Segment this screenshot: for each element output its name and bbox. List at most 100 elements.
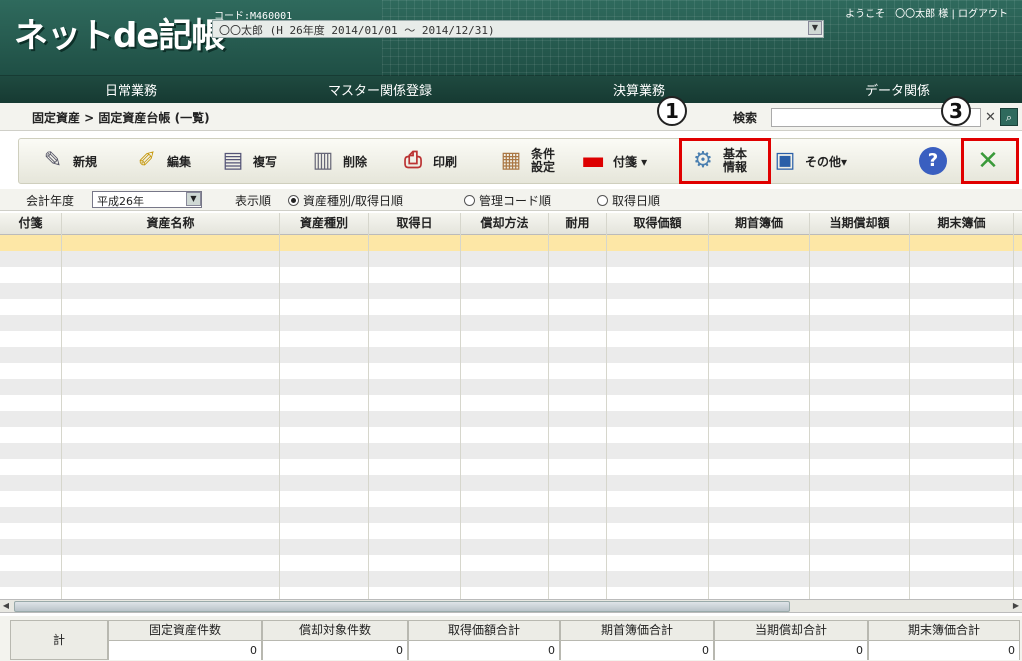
new-button[interactable]: ✎ 新規 — [39, 139, 97, 183]
col-asset-name[interactable]: 資産名称 — [62, 213, 280, 235]
print-label: 印刷 — [433, 154, 458, 169]
scroll-left-icon[interactable]: ◀ — [0, 600, 12, 612]
table-row[interactable] — [0, 331, 1022, 347]
help-button[interactable]: ? — [919, 139, 947, 183]
table-row[interactable] — [0, 283, 1022, 299]
options-bar: 会計年度 平成26年 ▼ 表示順 資産種別/取得日順 管理コード順 取得日順 — [0, 189, 1022, 211]
total-label: 固定資産件数 — [109, 621, 261, 641]
total-label: 取得価額合計 — [409, 621, 559, 641]
highlight-box-close — [961, 138, 1019, 184]
order-option-3: 取得日順 — [612, 194, 661, 208]
clipboard-icon: ▦ — [500, 148, 522, 173]
other-button[interactable]: ▣ その他▾ — [771, 139, 847, 183]
edit-button[interactable]: ✐ 編集 — [133, 139, 191, 183]
edit-icon: ✐ — [137, 148, 157, 173]
table-row[interactable] — [0, 459, 1022, 475]
total-label: 期末簿価合計 — [869, 621, 1019, 641]
table-row[interactable] — [0, 251, 1022, 267]
order-radio-date[interactable]: 取得日順 — [597, 192, 660, 209]
tag-icon: ▬ — [580, 146, 606, 176]
total-depreciable-count: 償却対象件数 0 — [262, 620, 408, 660]
col-method[interactable]: 償却方法 — [461, 213, 549, 235]
table-row[interactable] — [0, 587, 1022, 599]
table-row[interactable] — [0, 571, 1022, 587]
box-icon: ▣ — [774, 148, 796, 173]
close-icon[interactable]: ✕ — [985, 110, 996, 125]
chevron-down-icon[interactable]: ▼ — [808, 21, 822, 35]
total-depreciation: 当期償却合計 0 — [714, 620, 868, 660]
scroll-right-icon[interactable]: ▶ — [1010, 600, 1022, 612]
menu-master[interactable]: マスター関係登録 — [328, 80, 432, 99]
order-radio-type[interactable]: 資産種別/取得日順 — [288, 192, 403, 209]
table-row[interactable] — [0, 523, 1022, 539]
total-label: 当期償却合計 — [715, 621, 867, 641]
table-row[interactable] — [0, 475, 1022, 491]
horizontal-scrollbar[interactable]: ◀ ▶ — [0, 599, 1022, 613]
col-asset-type[interactable]: 資産種別 — [280, 213, 369, 235]
welcome-text[interactable]: ようこそ 〇〇太郎 様 | ログアウト — [845, 5, 1008, 20]
column-divider — [61, 213, 62, 599]
col-life[interactable]: 耐用 — [549, 213, 607, 235]
totals-label: 計 — [10, 620, 108, 660]
total-value: 0 — [869, 641, 1019, 660]
column-divider — [606, 213, 607, 599]
col-acquisition-cost[interactable]: 取得価額 — [607, 213, 709, 235]
condition-button[interactable]: ▦ 条件 設定 — [497, 139, 555, 183]
total-value: 0 — [715, 641, 867, 660]
other-label: その他▾ — [805, 154, 848, 169]
callout-1: 1 — [657, 96, 687, 126]
condition-label: 条件 設定 — [531, 148, 555, 174]
total-value: 0 — [109, 641, 261, 660]
edit-label: 編集 — [167, 154, 192, 169]
radio-dot — [464, 195, 475, 206]
table-row[interactable] — [0, 299, 1022, 315]
table-row[interactable] — [0, 539, 1022, 555]
col-opening-book[interactable]: 期首簿価 — [709, 213, 810, 235]
table-row[interactable] — [0, 363, 1022, 379]
column-divider — [708, 213, 709, 599]
table-row[interactable] — [0, 411, 1022, 427]
app-header: ネットde記帳 コード:M460001 〇〇太郎 (H 26年度 2014/01… — [0, 0, 1022, 76]
copy-button[interactable]: ▤ 複写 — [219, 139, 277, 183]
col-acquired-date[interactable]: 取得日 — [369, 213, 461, 235]
total-label: 期首簿価合計 — [561, 621, 713, 641]
delete-button[interactable]: ▥ 削除 — [309, 139, 367, 183]
printer-icon: ⎙ — [404, 148, 422, 173]
period-select[interactable]: 〇〇太郎 (H 26年度 2014/01/01 ～ 2014/12/31) — [212, 20, 824, 38]
breadcrumb-bar: 固定資産 > 固定資産台帳 (一覧) 検索 ✕ ⌕ — [0, 103, 1022, 131]
column-divider — [1013, 213, 1014, 599]
column-divider — [279, 213, 280, 599]
callout-3: 3 — [941, 96, 971, 126]
breadcrumb: 固定資産 > 固定資産台帳 (一覧) — [32, 111, 210, 125]
main-menu: 日常業務 マスター関係登録 決算業務 データ関係 — [0, 76, 1022, 103]
print-button[interactable]: ⎙ 印刷 — [399, 139, 457, 183]
order-label: 表示順 — [235, 194, 272, 208]
column-divider — [909, 213, 910, 599]
delete-label: 削除 — [343, 154, 368, 169]
table-row[interactable] — [0, 507, 1022, 523]
menu-daily[interactable]: 日常業務 — [105, 80, 157, 99]
table-row[interactable] — [0, 235, 1022, 251]
search-icon[interactable]: ⌕ — [1000, 108, 1018, 126]
chevron-down-icon[interactable]: ▼ — [186, 192, 201, 206]
order-option-1: 資産種別/取得日順 — [303, 194, 404, 208]
order-radio-code[interactable]: 管理コード順 — [464, 192, 551, 209]
col-tag[interactable]: 付箋 — [0, 213, 62, 235]
table-row[interactable] — [0, 267, 1022, 283]
table-row[interactable] — [0, 395, 1022, 411]
menu-data[interactable]: データ関係 — [865, 80, 930, 99]
table-row[interactable] — [0, 315, 1022, 331]
tag-button[interactable]: ▬ 付箋 ▾ — [579, 139, 648, 183]
table-row[interactable] — [0, 443, 1022, 459]
col-depreciation[interactable]: 当期償却額 — [810, 213, 910, 235]
table-row[interactable] — [0, 491, 1022, 507]
col-closing-book[interactable]: 期末簿価 — [910, 213, 1014, 235]
table-row[interactable] — [0, 347, 1022, 363]
table-row[interactable] — [0, 555, 1022, 571]
table-row[interactable] — [0, 379, 1022, 395]
table-row[interactable] — [0, 427, 1022, 443]
total-opening-book: 期首簿価合計 0 — [560, 620, 714, 660]
menu-closing[interactable]: 決算業務 — [613, 80, 665, 99]
scrollbar-thumb[interactable] — [14, 601, 790, 612]
column-divider — [548, 213, 549, 599]
